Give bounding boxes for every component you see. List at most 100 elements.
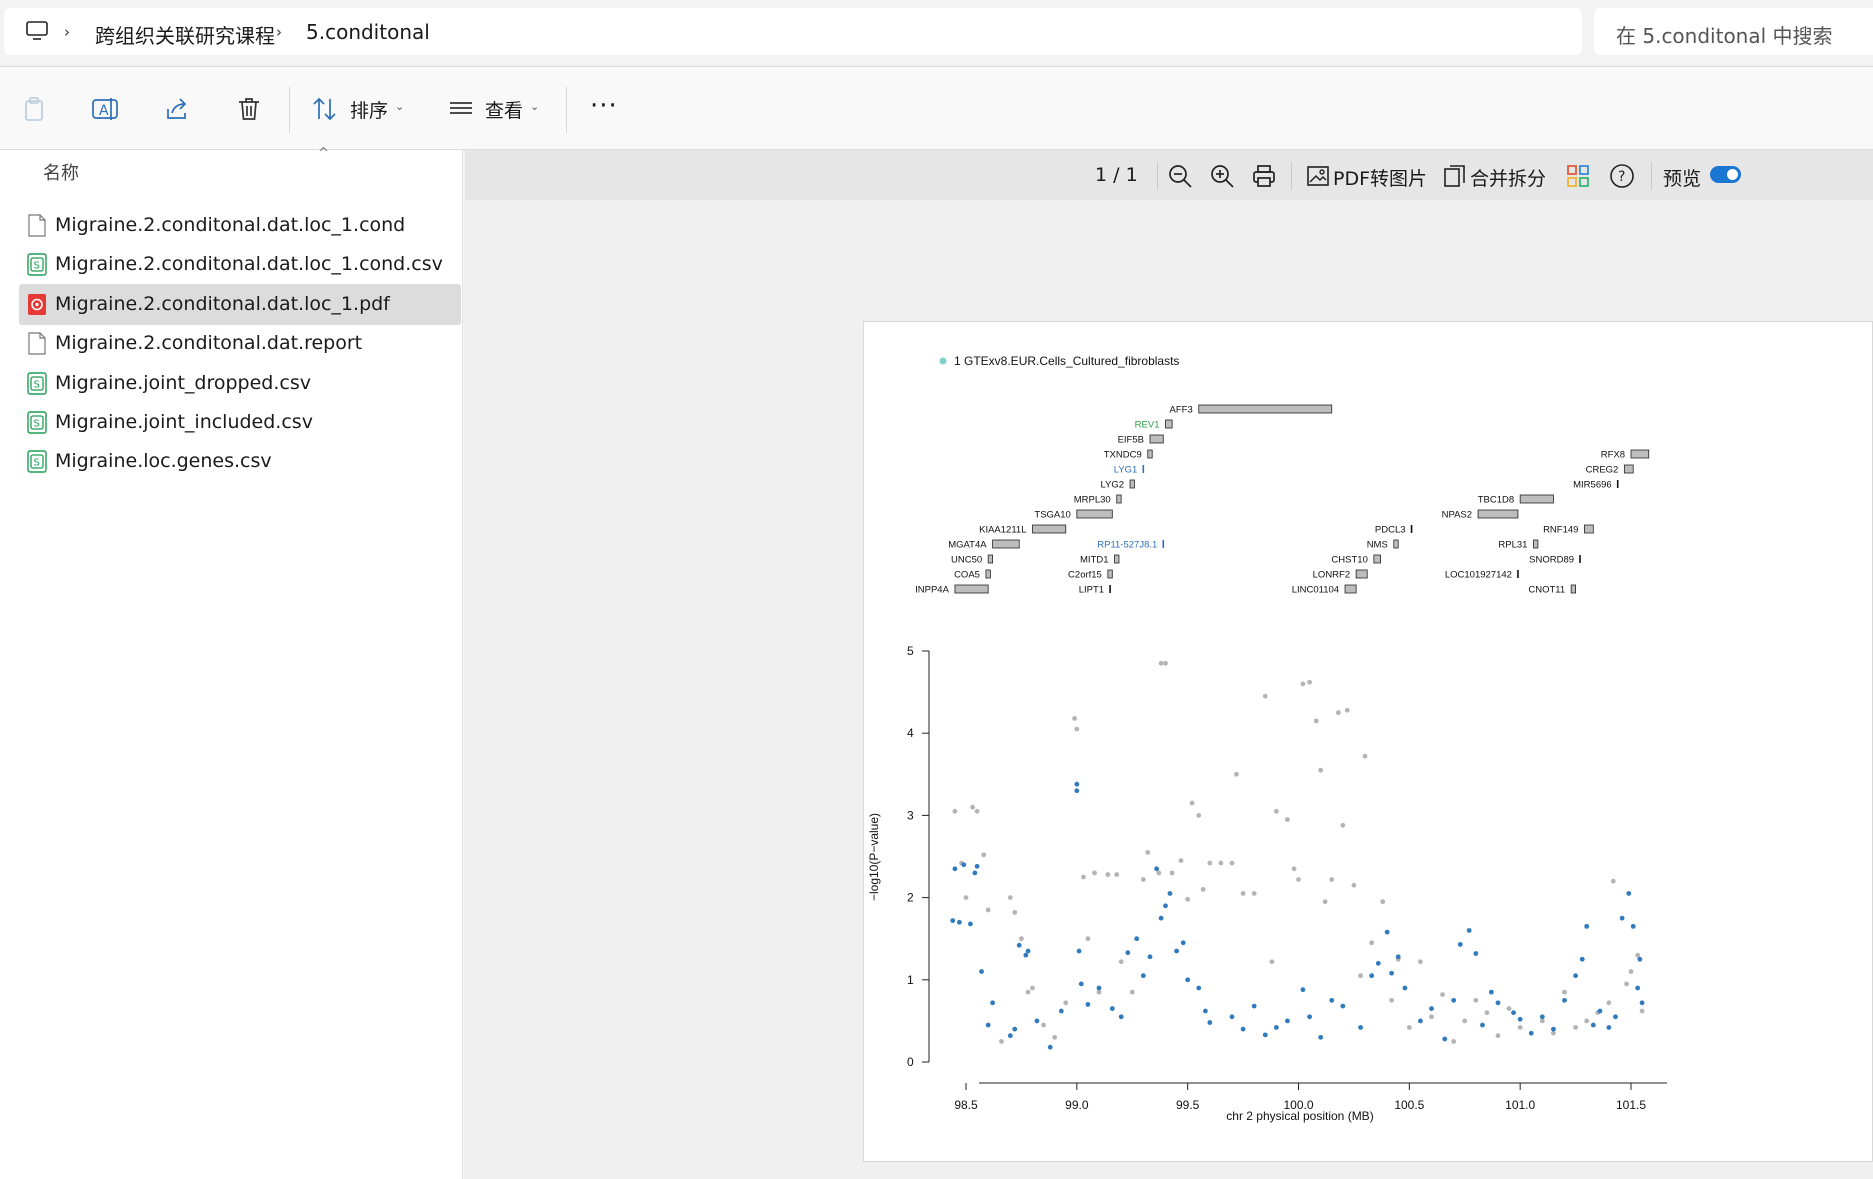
chevron-right-icon[interactable]: › (276, 23, 282, 41)
gene-bar (1344, 584, 1357, 594)
y-tick-label: 0 (907, 1055, 914, 1069)
data-point (1626, 891, 1632, 896)
data-point (952, 866, 958, 872)
data-point (1262, 1032, 1268, 1038)
image-convert-icon[interactable] (1305, 163, 1331, 189)
data-point (1480, 1022, 1485, 1028)
data-point (1630, 923, 1636, 929)
more-options-button[interactable]: ··· (590, 91, 618, 121)
preview-pane: 1 / 1 PDF转图片 合并拆分 ? 预览 1 GTExv8.EUR.Cell… (465, 150, 1873, 1179)
data-point (1085, 1002, 1091, 1007)
data-point (1034, 1018, 1040, 1024)
gene-bar (1393, 539, 1399, 549)
rename-icon[interactable]: A (91, 95, 119, 123)
data-point (1185, 977, 1191, 983)
legend-label: 1 GTExv8.EUR.Cells_Cultured_fibroblasts (954, 354, 1179, 368)
data-point (1457, 942, 1463, 947)
share-icon[interactable] (163, 95, 191, 123)
sort-ascending-icon[interactable]: ^ (318, 146, 329, 161)
data-point (1074, 788, 1080, 794)
data-point (1030, 985, 1035, 991)
file-row[interactable]: Migraine.2.conditonal.dat.loc_1.pdf (19, 283, 461, 325)
svg-text:A: A (99, 103, 109, 119)
search-input[interactable]: 在 5.conditonal 中搜索 (1616, 20, 1833, 49)
data-point (968, 921, 973, 927)
file-icon (27, 214, 47, 237)
data-point (1078, 981, 1084, 987)
data-point (1158, 915, 1164, 921)
chevron-down-icon[interactable]: ⌄ (530, 100, 539, 113)
data-point (1085, 936, 1091, 942)
file-row[interactable]: S Migraine.loc.genes.csv (19, 441, 461, 482)
gene-label: REV1 (1135, 420, 1160, 431)
sort-button[interactable]: 排序 (350, 96, 388, 123)
help-icon[interactable]: ? (1609, 163, 1635, 189)
file-row[interactable]: S Migraine.joint_included.csv (19, 402, 461, 443)
merge-split-icon[interactable] (1442, 163, 1468, 189)
data-point (1488, 989, 1494, 995)
file-row[interactable]: Migraine.2.conditonal.dat.loc_1.cond (19, 205, 461, 246)
gene-label: RP11-527J8.1 (1097, 540, 1157, 551)
gene-label: TBC1D8 (1478, 495, 1514, 506)
column-header-name[interactable]: 名称 (43, 159, 79, 185)
view-button[interactable]: 查看 (485, 96, 523, 123)
data-point (1451, 1039, 1457, 1044)
data-point (1229, 1014, 1235, 1020)
data-point (1012, 1026, 1018, 1032)
zoom-out-icon[interactable] (1167, 163, 1193, 189)
data-point (1163, 903, 1168, 909)
file-list-pane: ^ 名称 Migraine.2.conditonal.dat.loc_1.con… (0, 146, 463, 1179)
svg-text:?: ? (1618, 169, 1625, 185)
preview-toggle[interactable] (1710, 166, 1741, 183)
data-point (1635, 952, 1641, 958)
gene-label: INPP4A (915, 585, 949, 596)
merge-split-button[interactable]: 合并拆分 (1470, 164, 1546, 191)
data-point (1251, 1003, 1257, 1009)
data-point (1473, 951, 1479, 956)
data-point (1384, 929, 1390, 935)
file-icon (27, 332, 47, 355)
gene-label: LINC01104 (1292, 585, 1339, 596)
print-icon[interactable] (1251, 163, 1277, 189)
gene-label: NMS (1367, 540, 1388, 551)
chevron-right-icon[interactable]: › (64, 23, 70, 41)
data-point (1551, 1026, 1556, 1032)
data-point (1163, 660, 1168, 666)
gene-label: LYG1 (1114, 465, 1138, 476)
data-point (1012, 909, 1018, 915)
data-point (1628, 969, 1634, 974)
breadcrumb-item-course[interactable]: 跨组织关联研究课程 (95, 20, 275, 49)
file-row[interactable]: S Migraine.2.conditonal.dat.loc_1.cond.cs… (19, 244, 461, 285)
sort-icon[interactable] (311, 95, 339, 123)
view-icon[interactable] (447, 95, 475, 123)
data-point (1145, 849, 1151, 855)
zoom-in-icon[interactable] (1209, 163, 1235, 189)
x-tick-label: 101.0 (1505, 1098, 1535, 1112)
computer-icon[interactable] (26, 21, 48, 41)
data-point (1007, 895, 1013, 900)
x-axis-label: chr 2 physical position (MB) (1226, 1109, 1373, 1123)
breadcrumb-item-folder[interactable]: 5.conditonal (306, 20, 430, 44)
delete-icon[interactable] (235, 95, 263, 123)
data-point (1178, 858, 1184, 864)
data-point (1081, 874, 1086, 880)
csv-icon: S (27, 371, 47, 395)
chevron-down-icon[interactable]: ⌄ (395, 100, 404, 113)
pdf-to-image-button[interactable]: PDF转图片 (1333, 164, 1427, 191)
data-point (1440, 992, 1445, 997)
svg-text:S: S (34, 419, 40, 430)
file-row[interactable]: S Migraine.joint_dropped.csv (19, 363, 461, 404)
breadcrumb[interactable]: › 跨组织关联研究课程 › 5.conditonal (4, 8, 1582, 55)
gene-label: TXNDC9 (1104, 450, 1142, 461)
gene-bar (1149, 434, 1164, 444)
apps-grid-icon[interactable] (1565, 163, 1591, 189)
data-point (1218, 860, 1224, 866)
file-row[interactable]: Migraine.2.conditonal.dat.report (19, 323, 461, 364)
search-box[interactable]: 在 5.conditonal 中搜索 (1594, 8, 1873, 55)
gene-label: KIAA1211L (979, 525, 1026, 536)
paste-icon[interactable] (20, 95, 48, 123)
gene-label: RPL31 (1498, 540, 1527, 551)
data-point (1584, 923, 1590, 929)
data-point (1362, 753, 1368, 759)
gene-label: MITD1 (1080, 555, 1109, 566)
